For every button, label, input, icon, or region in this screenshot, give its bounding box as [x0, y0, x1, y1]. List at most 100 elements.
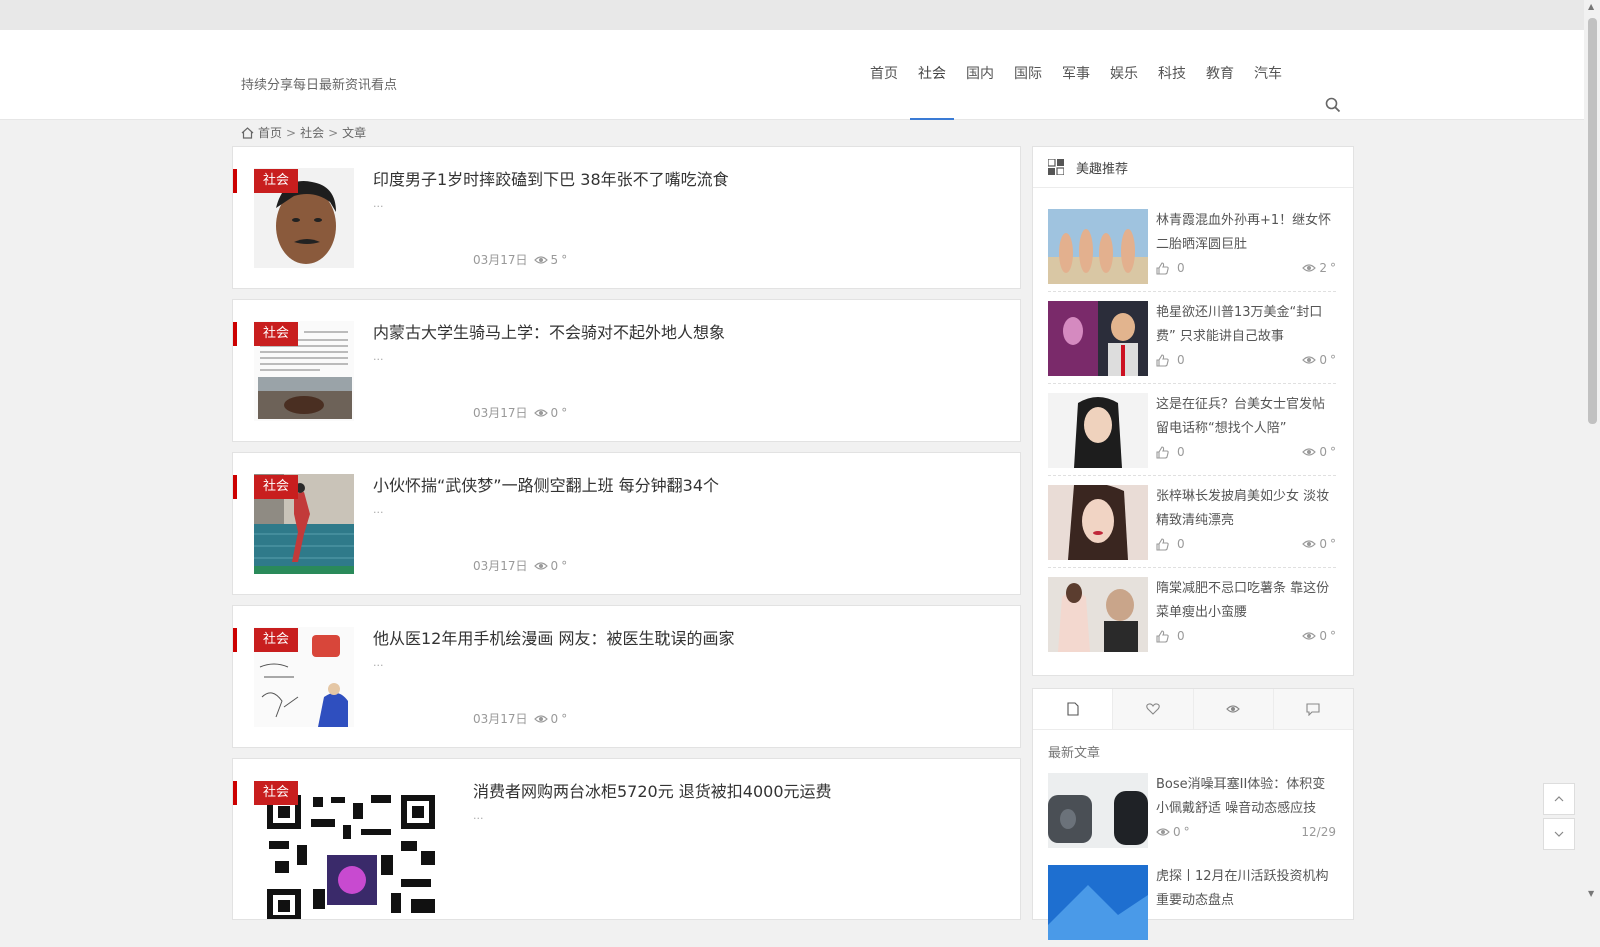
- tab-liked[interactable]: [1112, 689, 1193, 729]
- article-card[interactable]: 社会 印度男子1岁时摔跤磕到下巴 38年张不了嘴吃流食 ... 03月17日 5…: [232, 146, 1021, 289]
- like-count[interactable]: 0: [1156, 353, 1185, 367]
- card-accent: [233, 475, 237, 499]
- like-count[interactable]: 0: [1156, 261, 1185, 275]
- article-title[interactable]: 他从医12年用手机绘漫画 网友：被医生耽误的画家: [373, 625, 734, 649]
- nav-item-domestic[interactable]: 国内: [966, 62, 994, 119]
- thumbs-up-icon: [1156, 537, 1169, 551]
- scroll-top-button[interactable]: [1543, 783, 1575, 815]
- article-views: 0: [550, 711, 559, 726]
- latest-title[interactable]: Bose消噪耳塞II体验：体积变小佩戴舒适 噪音动态感应技: [1156, 773, 1334, 821]
- article-excerpt: ...: [373, 197, 384, 210]
- scroll-up-arrow[interactable]: ▲: [1588, 2, 1594, 11]
- article-card[interactable]: 社会 小伙怀揣“武侠梦”一路侧空翻上班 每分钟翻34个 ... 03月17日 0…: [232, 452, 1021, 595]
- nav-item-education[interactable]: 教育: [1206, 62, 1234, 119]
- tab-comments[interactable]: [1272, 689, 1353, 729]
- article-title[interactable]: 内蒙古大学生骑马上学：不会骑对不起外地人想象: [373, 319, 725, 343]
- category-badge[interactable]: 社会: [254, 475, 298, 499]
- category-badge[interactable]: 社会: [254, 169, 298, 193]
- category-badge[interactable]: 社会: [254, 322, 298, 346]
- eye-icon: [1302, 632, 1317, 640]
- article-title[interactable]: 消费者网购两台冰柜5720元 退货被扣4000元运费: [473, 778, 832, 802]
- search-icon[interactable]: [1325, 97, 1341, 113]
- recommend-thumbnail[interactable]: [1048, 393, 1148, 468]
- comment-icon: [1306, 702, 1320, 716]
- degree-mark: °: [561, 252, 568, 267]
- scroll-bottom-button[interactable]: [1543, 818, 1575, 850]
- latest-date: 12/29: [1301, 825, 1336, 839]
- recommend-header: 美趣推荐: [1033, 147, 1353, 188]
- article-date: 03月17日: [473, 253, 528, 267]
- latest-title[interactable]: 虎探丨12月在川活跃投资机构重要动态盘点: [1156, 865, 1334, 913]
- tab-latest[interactable]: [1033, 689, 1113, 729]
- latest-thumbnail[interactable]: [1048, 773, 1148, 848]
- thumbs-up-icon: [1156, 353, 1169, 367]
- eye-icon: [533, 714, 548, 723]
- tab-viewed[interactable]: [1192, 689, 1273, 729]
- view-count: 0 °: [1156, 825, 1190, 839]
- card-accent: [233, 628, 237, 652]
- article-views: 0: [550, 558, 559, 573]
- eye-icon: [533, 408, 548, 417]
- grid-icon: [1048, 159, 1064, 175]
- widget-tabs: [1033, 689, 1353, 730]
- top-bar: [0, 0, 1584, 30]
- article-date: 03月17日: [473, 712, 528, 726]
- nav-item-international[interactable]: 国际: [1014, 62, 1042, 119]
- view-count: 0 °: [1302, 629, 1336, 643]
- scroll-thumb[interactable]: [1588, 18, 1597, 424]
- article-card[interactable]: 社会 他从医12年用手机绘漫画 网友：被医生耽误的画家 ... 03月17日 0…: [232, 605, 1021, 748]
- breadcrumb-current: 文章: [342, 126, 367, 140]
- article-title[interactable]: 印度男子1岁时摔跤磕到下巴 38年张不了嘴吃流食: [373, 166, 729, 190]
- category-badge[interactable]: 社会: [254, 628, 298, 652]
- like-count[interactable]: 0: [1156, 629, 1185, 643]
- scroll-down-arrow[interactable]: ▼: [1588, 889, 1594, 898]
- degree-mark: °: [561, 405, 568, 420]
- recommend-widget: 美趣推荐 林青霞混血外孙再+1！继女怀二胎晒浑圆巨肚 0 2 ° 艳星欲还川普13…: [1032, 146, 1354, 676]
- recommend-title-text[interactable]: 艳星欲还川普13万美金“封口费” 只求能讲自己故事: [1156, 301, 1334, 349]
- card-accent: [233, 781, 237, 805]
- recommend-thumbnail[interactable]: [1048, 577, 1148, 652]
- like-count[interactable]: 0: [1156, 445, 1185, 459]
- home-icon: [241, 126, 254, 139]
- like-count[interactable]: 0: [1156, 537, 1185, 551]
- document-icon: [1067, 702, 1079, 716]
- eye-icon: [533, 255, 548, 264]
- breadcrumb-category[interactable]: 社会: [300, 124, 324, 141]
- thumbs-up-icon: [1156, 445, 1169, 459]
- view-count: 0 °: [1302, 445, 1336, 459]
- recommend-item[interactable]: 这是在征兵？台美女士官发帖留电话称“想找个人陪” 0 0 °: [1048, 393, 1336, 476]
- article-title[interactable]: 小伙怀揣“武侠梦”一路侧空翻上班 每分钟翻34个: [373, 472, 719, 496]
- page-scrollbar[interactable]: ▲ ▼: [1584, 0, 1600, 900]
- breadcrumb-home[interactable]: 首页: [258, 124, 282, 141]
- article-card[interactable]: 社会 消费者网购两台冰柜5720元 退货被扣4000元运费 ...: [232, 758, 1021, 920]
- nav-item-tech[interactable]: 科技: [1158, 62, 1186, 119]
- recommend-thumbnail[interactable]: [1048, 301, 1148, 376]
- recommend-title-text[interactable]: 隋棠减肥不忌口吃薯条 靠这份菜单瘦出小蛮腰: [1156, 577, 1334, 625]
- nav-item-military[interactable]: 军事: [1062, 62, 1090, 119]
- degree-mark: °: [1330, 445, 1336, 459]
- nav-item-home[interactable]: 首页: [870, 62, 898, 119]
- eye-icon: [1226, 705, 1240, 713]
- nav-item-auto[interactable]: 汽车: [1254, 62, 1282, 119]
- latest-thumbnail[interactable]: [1048, 865, 1148, 940]
- article-card[interactable]: 社会 内蒙古大学生骑马上学：不会骑对不起外地人想象 ... 03月17日 0 °: [232, 299, 1021, 442]
- latest-item[interactable]: 虎探丨12月在川活跃投资机构重要动态盘点: [1048, 865, 1336, 947]
- recommend-item[interactable]: 林青霞混血外孙再+1！继女怀二胎晒浑圆巨肚 0 2 °: [1048, 209, 1336, 292]
- nav-item-society[interactable]: 社会: [910, 62, 954, 120]
- recommend-title-text[interactable]: 这是在征兵？台美女士官发帖留电话称“想找个人陪”: [1156, 393, 1334, 441]
- site-tagline: 持续分享每日最新资讯看点: [241, 78, 398, 93]
- nav-item-entertainment[interactable]: 娱乐: [1110, 62, 1138, 119]
- recommend-title-text[interactable]: 张梓琳长发披肩美如少女 淡妆精致清纯漂亮: [1156, 485, 1334, 533]
- recommend-item[interactable]: 艳星欲还川普13万美金“封口费” 只求能讲自己故事 0 0 °: [1048, 301, 1336, 384]
- recommend-thumbnail[interactable]: [1048, 485, 1148, 560]
- thumbs-up-icon: [1156, 629, 1169, 643]
- view-count: 2 °: [1302, 261, 1336, 275]
- category-badge[interactable]: 社会: [254, 781, 298, 805]
- eye-icon: [1156, 828, 1170, 836]
- recommend-item[interactable]: 张梓琳长发披肩美如少女 淡妆精致清纯漂亮 0 0 °: [1048, 485, 1336, 568]
- recommend-thumbnail[interactable]: [1048, 209, 1148, 284]
- recommend-item[interactable]: 隋棠减肥不忌口吃薯条 靠这份菜单瘦出小蛮腰 0 0 °: [1048, 577, 1336, 659]
- article-date: 03月17日: [473, 559, 528, 573]
- latest-item[interactable]: Bose消噪耳塞II体验：体积变小佩戴舒适 噪音动态感应技 0 ° 12/29: [1048, 773, 1336, 855]
- recommend-title-text[interactable]: 林青霞混血外孙再+1！继女怀二胎晒浑圆巨肚: [1156, 209, 1334, 257]
